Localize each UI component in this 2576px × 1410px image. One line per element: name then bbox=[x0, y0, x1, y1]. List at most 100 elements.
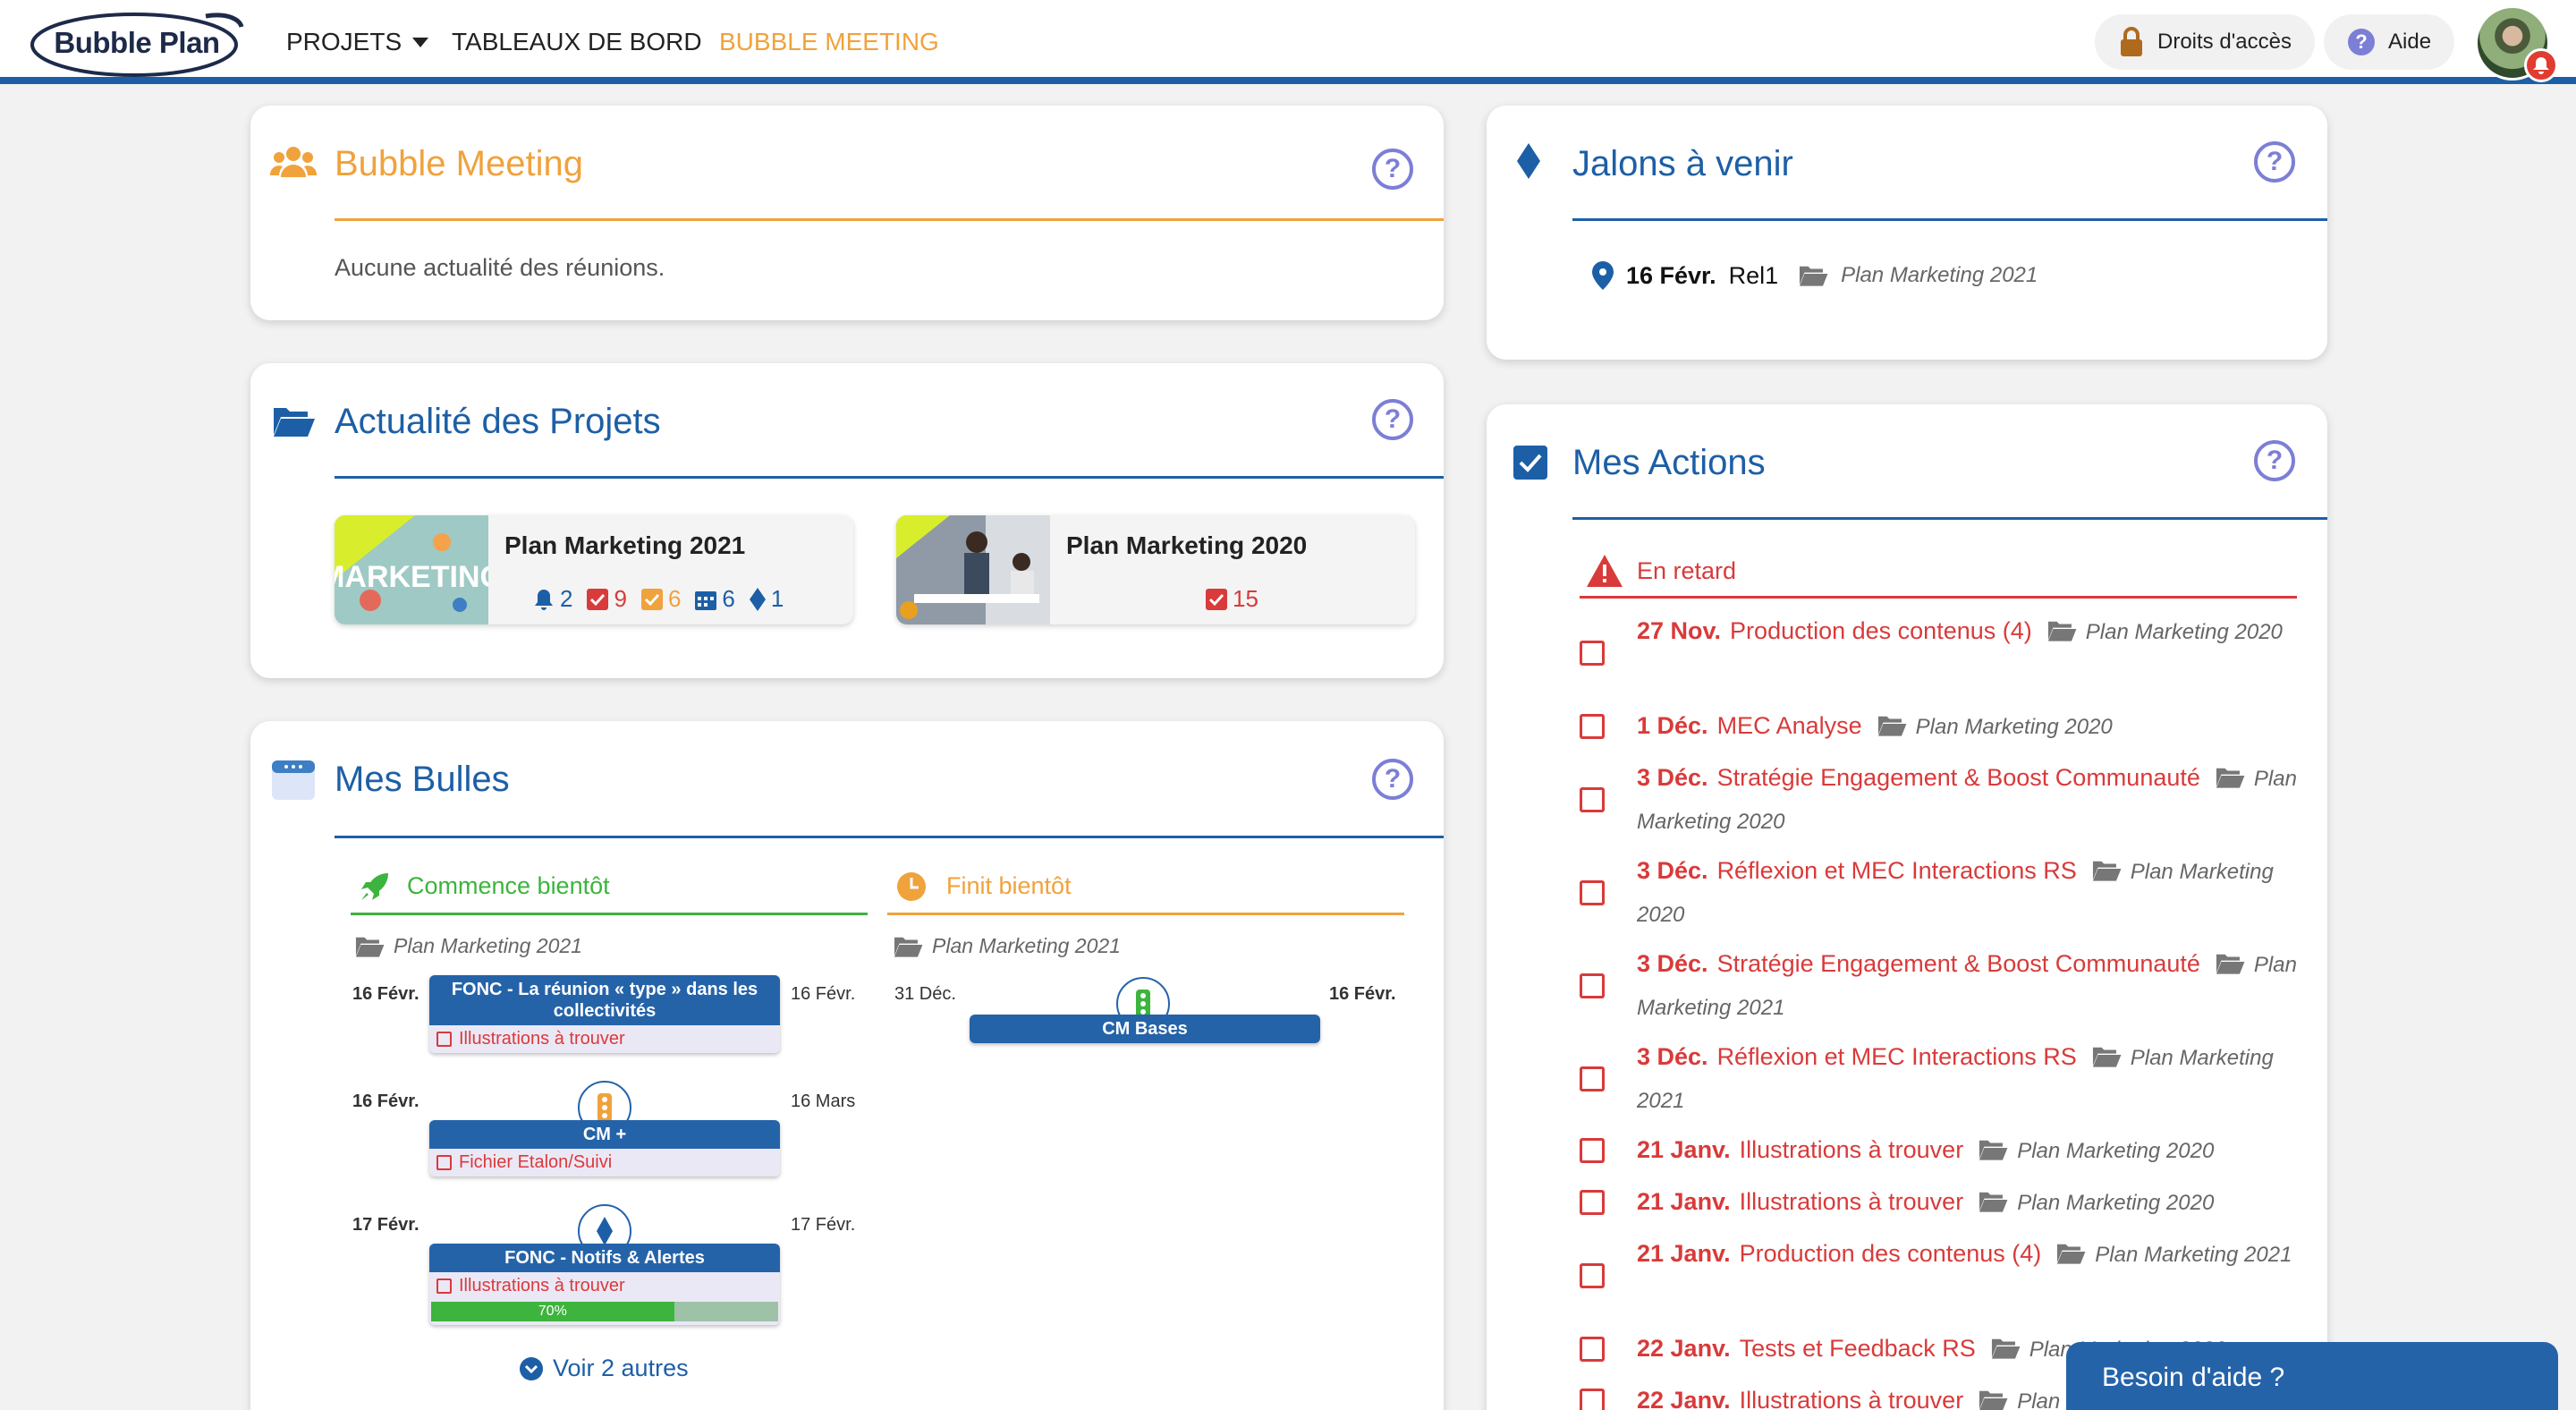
checkbox-icon[interactable] bbox=[1580, 641, 1605, 666]
folder-open-icon bbox=[1800, 266, 1828, 286]
checkbox-icon[interactable] bbox=[1580, 1337, 1605, 1362]
bubble-task-label: Illustrations à trouver bbox=[459, 1029, 625, 1049]
project-news-card: Actualité des Projets ? MARKETING Plan M… bbox=[250, 363, 1444, 678]
show-more-label: Voir 2 autres bbox=[553, 1355, 689, 1381]
action-title: Production des contenus (4) bbox=[1739, 1240, 2042, 1267]
bubble-item[interactable]: CM + Fichier Etalon/Suivi bbox=[429, 1120, 780, 1176]
checkbox-icon[interactable] bbox=[1580, 1389, 1605, 1410]
bubble-task[interactable]: Illustrations à trouver bbox=[429, 1272, 780, 1300]
help-icon[interactable]: ? bbox=[1372, 149, 1413, 190]
ends-soon-divider bbox=[887, 913, 1404, 915]
access-rights-button[interactable]: Droits d'accès bbox=[2095, 14, 2315, 70]
checkbox-icon[interactable] bbox=[1580, 787, 1605, 812]
title-divider bbox=[335, 836, 1444, 838]
show-more-link[interactable]: Voir 2 autres bbox=[519, 1355, 689, 1382]
bubble-item[interactable]: FONC - La réunion « type » dans les coll… bbox=[429, 975, 780, 1053]
help-button[interactable]: ? Aide bbox=[2324, 14, 2455, 70]
bubble-title: FONC - La réunion « type » dans les coll… bbox=[429, 975, 780, 1025]
action-date: 22 Janv. bbox=[1637, 1335, 1731, 1362]
bubble-item[interactable]: FONC - Notifs & Alertes Illustrations à … bbox=[429, 1244, 780, 1325]
starts-soon-divider bbox=[351, 913, 868, 915]
stat-meetings: 6 bbox=[722, 585, 735, 612]
checkbox-icon[interactable] bbox=[1580, 1263, 1605, 1288]
help-chat-tab[interactable]: Besoin d'aide ? bbox=[2066, 1342, 2558, 1410]
title-divider bbox=[335, 218, 1444, 221]
bubble-title: FONC - Notifs & Alertes bbox=[429, 1244, 780, 1272]
bell-icon bbox=[535, 589, 553, 610]
checkbox-icon[interactable] bbox=[436, 1032, 452, 1047]
bubble-end-date: 16 Févr. bbox=[791, 984, 856, 1004]
project-thumbnail: MARKETING bbox=[335, 515, 488, 624]
action-date: 3 Déc. bbox=[1637, 857, 1708, 884]
nav-projets[interactable]: PROJETS bbox=[286, 25, 429, 59]
folder-open-icon bbox=[1991, 1338, 2021, 1359]
nav-bubble-meeting[interactable]: BUBBLE MEETING bbox=[719, 25, 939, 59]
card-title: Jalons à venir bbox=[1572, 144, 1793, 183]
help-icon[interactable]: ? bbox=[2254, 141, 2295, 183]
bubble-item[interactable]: CM Bases bbox=[970, 1015, 1320, 1043]
action-title: Stratégie Engagement & Boost Communauté bbox=[1716, 950, 2200, 977]
folder-open-icon bbox=[1877, 716, 1907, 736]
checkbox-icon[interactable] bbox=[436, 1155, 452, 1170]
bubble-start-date: 16 Févr. bbox=[352, 1091, 419, 1111]
empty-message: Aucune actualité des réunions. bbox=[335, 254, 665, 281]
access-rights-label: Droits d'accès bbox=[2157, 30, 2292, 54]
thumbnail-text: MARKETING bbox=[335, 560, 488, 594]
project-tile-marketing-2021[interactable]: MARKETING Plan Marketing 2021 2 9 6 6 1 bbox=[335, 515, 853, 624]
help-icon[interactable]: ? bbox=[2254, 440, 2295, 481]
bubble-title: CM + bbox=[429, 1120, 780, 1149]
bubble-meeting-card: Bubble Meeting ? Aucune actualité des ré… bbox=[250, 106, 1444, 320]
action-project: Plan Marketing 2020 bbox=[2017, 1139, 2215, 1163]
action-text: 27 Nov. Production des contenus (4) Plan M… bbox=[1637, 610, 2304, 653]
title-divider bbox=[335, 476, 1444, 479]
nav-tableaux-de-bord[interactable]: TABLEAUX DE BORD bbox=[452, 25, 702, 59]
folder-open-icon bbox=[2216, 768, 2245, 788]
bubble-task[interactable]: Illustrations à trouver bbox=[429, 1025, 780, 1053]
logo-text[interactable]: Bubble Plan bbox=[27, 16, 247, 70]
checkbox-icon[interactable] bbox=[1580, 880, 1605, 905]
checkbox-checked-icon bbox=[1513, 446, 1547, 480]
folder-open-icon bbox=[1979, 1390, 2008, 1410]
checkbox-icon[interactable] bbox=[1580, 1138, 1605, 1163]
action-date: 22 Janv. bbox=[1637, 1387, 1731, 1410]
action-project: Plan Marketing 2020 bbox=[1915, 715, 2113, 739]
starts-soon-heading: Commence bientôt bbox=[407, 872, 610, 899]
milestone-date: 16 Févr. bbox=[1626, 261, 1716, 289]
help-icon[interactable]: ? bbox=[1372, 399, 1413, 440]
checkbox-checked-icon bbox=[640, 588, 663, 610]
folder-open-icon bbox=[355, 937, 385, 957]
card-title: Actualité des Projets bbox=[335, 402, 661, 441]
action-title: Production des contenus (4) bbox=[1730, 617, 2032, 644]
late-divider bbox=[1580, 596, 2297, 599]
checkbox-icon[interactable] bbox=[1580, 714, 1605, 739]
bubble-title: CM Bases bbox=[970, 1015, 1320, 1043]
calendar-bubble-icon bbox=[272, 760, 315, 800]
late-heading: En retard bbox=[1637, 557, 1737, 584]
chevron-down-icon bbox=[412, 37, 429, 47]
folder-open-icon bbox=[2057, 1244, 2086, 1264]
checkbox-icon[interactable] bbox=[1580, 1066, 1605, 1091]
top-navbar: Bubble Plan PROJETS TABLEAUX DE BORD BUB… bbox=[0, 0, 2576, 84]
action-title: Illustrations à trouver bbox=[1739, 1136, 1964, 1163]
project-tile-marketing-2020[interactable]: Plan Marketing 2020 15 bbox=[896, 515, 1415, 624]
checkbox-icon[interactable] bbox=[436, 1278, 452, 1294]
action-text: 3 Déc. Réflexion et MEC Interactions RS Pl… bbox=[1637, 850, 2304, 936]
folder-name: Plan Marketing 2021 bbox=[932, 934, 1121, 957]
help-icon[interactable]: ? bbox=[1372, 759, 1413, 800]
checkbox-icon[interactable] bbox=[1580, 973, 1605, 998]
action-date: 21 Janv. bbox=[1637, 1136, 1731, 1163]
svg-text:?: ? bbox=[2355, 30, 2367, 53]
action-title: Stratégie Engagement & Boost Communauté bbox=[1716, 764, 2200, 791]
action-title: MEC Analyse bbox=[1716, 712, 1862, 739]
bubble-start-date: 31 Déc. bbox=[894, 984, 956, 1004]
stat-notifications: 2 bbox=[560, 585, 573, 612]
milestone-row[interactable]: 16 Févr. Rel1 Plan Marketing 2021 bbox=[1592, 261, 2038, 290]
upcoming-milestones-card: Jalons à venir ? 16 Févr. Rel1 Plan Mark… bbox=[1487, 106, 2327, 360]
action-text: 21 Janv. Illustrations à trouver Plan Mark… bbox=[1637, 1129, 2304, 1172]
checkbox-icon[interactable] bbox=[1580, 1190, 1605, 1215]
notification-bell-icon[interactable] bbox=[2524, 48, 2558, 82]
stat-late-actions: 9 bbox=[614, 585, 627, 612]
bubble-task[interactable]: Fichier Etalon/Suivi bbox=[429, 1149, 780, 1176]
map-marker-icon bbox=[1592, 261, 1614, 290]
milestone-project: Plan Marketing 2021 bbox=[1841, 263, 2038, 287]
